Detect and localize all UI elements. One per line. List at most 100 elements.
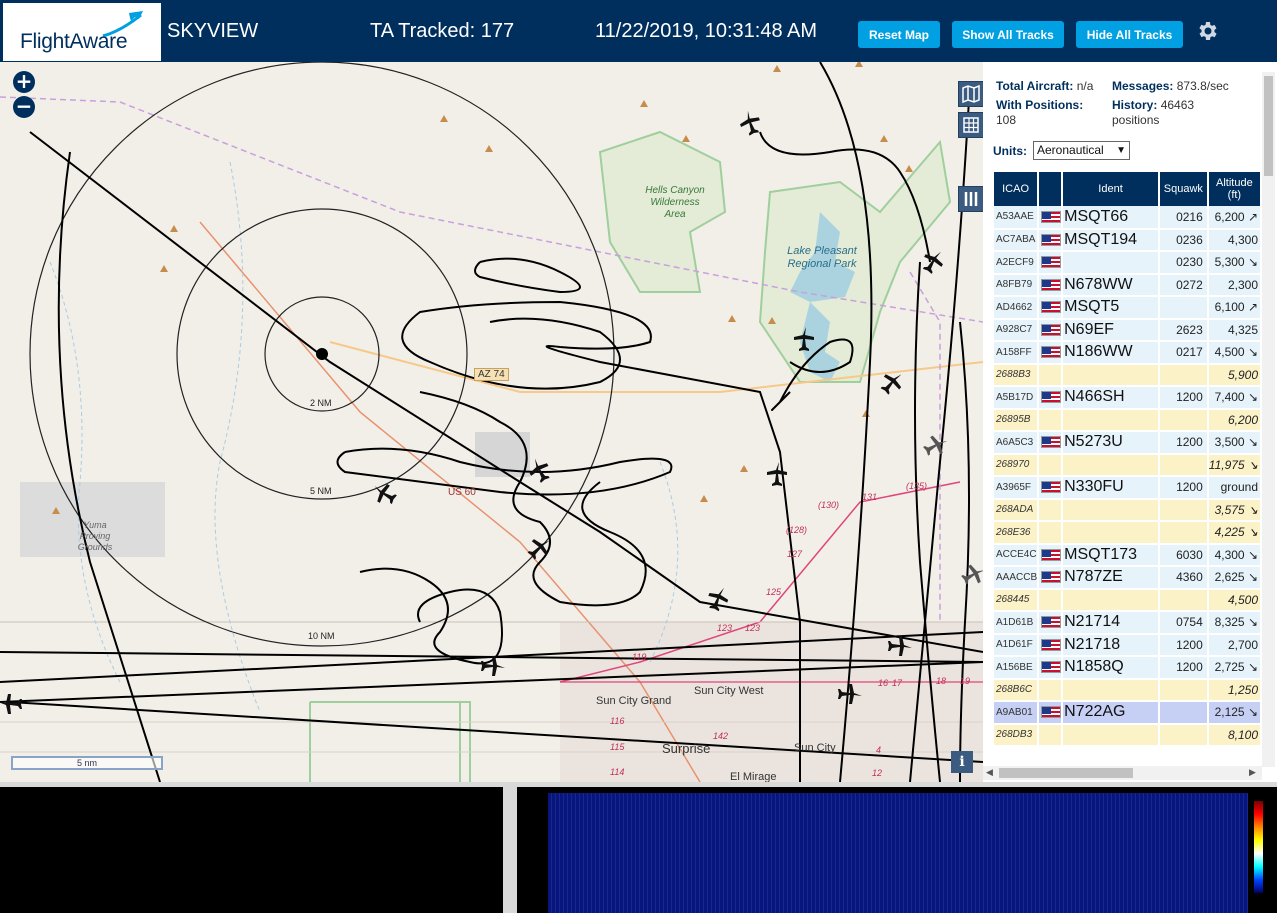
history-stat: History: 46463 bbox=[1112, 98, 1194, 112]
table-row[interactable]: 268ADA 3,575 ↘ bbox=[994, 498, 1262, 522]
show-all-tracks-button[interactable]: Show All Tracks bbox=[952, 21, 1064, 48]
map-canvas[interactable] bbox=[0, 62, 983, 782]
table-row[interactable]: 2688B3 5,900 bbox=[994, 363, 1262, 387]
history-unit: positions bbox=[1112, 113, 1160, 127]
squawk-cell bbox=[1158, 363, 1209, 387]
table-row[interactable]: A156BE N1858Q 1200 2,725 ↘ bbox=[994, 656, 1262, 680]
messages-label: Messages: bbox=[1112, 79, 1174, 93]
road-number: (135) bbox=[906, 481, 928, 491]
col-header-squawk[interactable]: Squawk bbox=[1158, 172, 1209, 206]
altitude-cell: 11,975 ↘ bbox=[1207, 453, 1262, 477]
flag-cell bbox=[1038, 566, 1064, 590]
us-flag-icon bbox=[1041, 661, 1061, 674]
icao-cell: A156BE bbox=[994, 656, 1040, 680]
ident-cell bbox=[1062, 363, 1160, 387]
table-row[interactable]: A3965F N330FU 1200 ground bbox=[994, 476, 1262, 500]
table-row[interactable]: AC7ABA MSQT194 0236 4,300 bbox=[994, 228, 1262, 252]
ident-cell: N722AG bbox=[1062, 701, 1160, 725]
road-number: 18 bbox=[936, 676, 947, 686]
table-row[interactable]: 26895B 6,200 bbox=[994, 408, 1262, 432]
col-header-icao[interactable]: ICAO bbox=[994, 172, 1040, 206]
table-row[interactable]: A8FB79 N678WW 0272 2,300 bbox=[994, 273, 1262, 297]
table-row[interactable]: A1D61B N21714 0754 8,325 ↘ bbox=[994, 611, 1262, 635]
gear-icon[interactable] bbox=[1195, 19, 1219, 43]
ident-cell: MSQT5 bbox=[1062, 296, 1160, 320]
table-row[interactable]: A53AAE MSQT66 0216 6,200 ↗ bbox=[994, 206, 1262, 230]
aircraft-table-container[interactable]: ICAO Ident Squawk Altitude (ft) A53AAE MS… bbox=[994, 172, 1262, 765]
chevron-down-icon: ▼ bbox=[1116, 145, 1126, 156]
flag-cell bbox=[1038, 363, 1064, 387]
table-row[interactable]: 268E36 4,225 ↘ bbox=[994, 521, 1262, 545]
icao-cell: A2ECF9 bbox=[994, 251, 1040, 275]
us-flag-icon bbox=[1041, 346, 1061, 359]
waterfall-display bbox=[548, 793, 1248, 913]
info-button[interactable]: i bbox=[951, 751, 973, 773]
scroll-left-icon[interactable]: ◀ bbox=[986, 767, 993, 778]
table-row[interactable]: A1D61F N21718 1200 2,700 bbox=[994, 633, 1262, 657]
ident-cell: MSQT194 bbox=[1062, 228, 1160, 252]
table-row[interactable]: ACCE4C MSQT173 6030 4,300 ↘ bbox=[994, 543, 1262, 567]
altitude-cell: 8,100 bbox=[1207, 723, 1262, 747]
road-number: 116 bbox=[610, 716, 625, 726]
aircraft-panel: Total Aircraft: n/a Messages: 873.8/sec … bbox=[983, 62, 1277, 782]
vertical-scrollbar[interactable] bbox=[1262, 72, 1275, 767]
map-label-sun-city: Sun City bbox=[794, 742, 836, 754]
map-label-surprise: Surprise bbox=[662, 741, 711, 756]
hide-all-tracks-button[interactable]: Hide All Tracks bbox=[1076, 21, 1183, 48]
ident-cell: N21714 bbox=[1062, 611, 1160, 635]
road-label-us60: US 60 bbox=[448, 487, 476, 498]
icao-cell: 268B6C bbox=[994, 678, 1040, 702]
table-row[interactable]: AAACCB N787ZE 4360 2,625 ↘ bbox=[994, 566, 1262, 590]
map-view[interactable]: 2 NM 5 NM 10 NM Hells Canyon Wilderness … bbox=[0, 62, 983, 782]
ident-cell bbox=[1062, 453, 1160, 477]
ident-cell bbox=[1062, 251, 1160, 275]
icao-cell: 268445 bbox=[994, 588, 1040, 612]
ident-cell bbox=[1062, 498, 1160, 522]
columns-icon[interactable] bbox=[958, 186, 983, 212]
color-scale-bar bbox=[1254, 801, 1263, 893]
col-header-flag[interactable] bbox=[1038, 172, 1064, 206]
flag-cell bbox=[1038, 228, 1064, 252]
flightaware-logo[interactable]: FlightAware bbox=[3, 3, 161, 61]
altitude-cell: 2,125 ↘ bbox=[1207, 701, 1262, 725]
zoom-in-button[interactable]: + bbox=[13, 71, 35, 93]
clock: 11/22/2019, 10:31:48 AM bbox=[595, 20, 818, 42]
table-row[interactable]: 268DB3 8,100 bbox=[994, 723, 1262, 747]
icao-cell: ACCE4C bbox=[994, 543, 1040, 567]
table-row[interactable]: 268970 11,975 ↘ bbox=[994, 453, 1262, 477]
map-layers-icon[interactable] bbox=[958, 81, 983, 107]
col-header-altitude[interactable]: Altitude (ft) bbox=[1207, 172, 1262, 206]
us-flag-icon bbox=[1041, 301, 1061, 314]
table-row[interactable]: 268B6C 1,250 bbox=[994, 678, 1262, 702]
ident-cell: N466SH bbox=[1062, 386, 1160, 410]
scroll-right-icon[interactable]: ▶ bbox=[1249, 767, 1256, 778]
squawk-cell: 0216 bbox=[1158, 206, 1209, 230]
altitude-cell: 7,400 ↘ bbox=[1207, 386, 1262, 410]
reset-map-button[interactable]: Reset Map bbox=[858, 21, 940, 48]
us-flag-icon bbox=[1041, 278, 1061, 291]
us-flag-icon bbox=[1041, 638, 1061, 651]
table-row[interactable]: 268445 4,500 bbox=[994, 588, 1262, 612]
horizontal-scrollbar[interactable]: ◀ ▶ bbox=[983, 766, 1262, 780]
scrollbar-thumb[interactable] bbox=[999, 768, 1133, 778]
ident-cell: N186WW bbox=[1062, 341, 1160, 365]
icao-cell: A6A5C3 bbox=[994, 431, 1040, 455]
table-row[interactable]: A9AB01 N722AG 2,125 ↘ bbox=[994, 701, 1262, 725]
units-select[interactable]: Aeronautical ▼ bbox=[1033, 141, 1130, 160]
table-row[interactable]: A6A5C3 N5273U 1200 3,500 ↘ bbox=[994, 431, 1262, 455]
zoom-out-button[interactable]: − bbox=[13, 96, 35, 118]
icao-cell: 268DB3 bbox=[994, 723, 1040, 747]
road-number: (128) bbox=[786, 525, 808, 535]
table-row[interactable]: AD4662 MSQT5 6,100 ↗ bbox=[994, 296, 1262, 320]
scrollbar-thumb[interactable] bbox=[1264, 76, 1273, 176]
col-header-ident[interactable]: Ident bbox=[1062, 172, 1160, 206]
grid-icon[interactable] bbox=[958, 112, 983, 138]
table-row[interactable]: A158FF N186WW 0217 4,500 ↘ bbox=[994, 341, 1262, 365]
table-row[interactable]: A2ECF9 0230 5,300 ↘ bbox=[994, 251, 1262, 275]
aircraft-table: ICAO Ident Squawk Altitude (ft) A53AAE MS… bbox=[994, 172, 1262, 747]
squawk-cell: 1200 bbox=[1158, 633, 1209, 657]
table-row[interactable]: A5B17D N466SH 1200 7,400 ↘ bbox=[994, 386, 1262, 410]
table-row[interactable]: A928C7 N69EF 2623 4,325 bbox=[994, 318, 1262, 342]
ident-cell: MSQT66 bbox=[1062, 206, 1160, 230]
us-flag-icon bbox=[1041, 256, 1061, 269]
